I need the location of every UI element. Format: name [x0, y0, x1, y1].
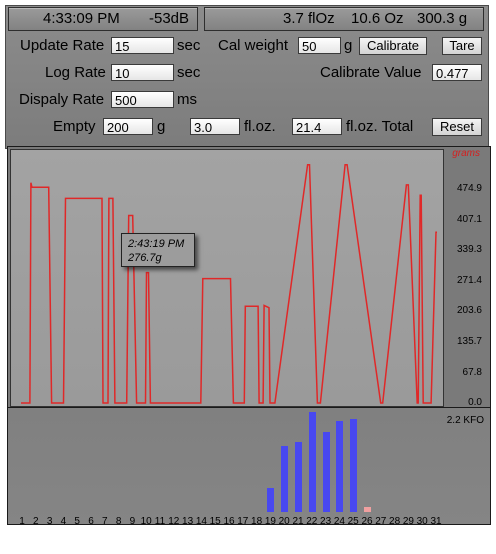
x-tick-label: 13: [182, 516, 194, 527]
y-tick-label: 203.6: [456, 305, 482, 317]
tooltip-value: 276.7g: [128, 252, 162, 264]
kfo-bar: [336, 421, 344, 512]
x-tick-label: 15: [209, 516, 221, 527]
x-tick-label: 21: [292, 516, 304, 527]
app-window: 4:33:09 PM -53dB 3.7 flOz 10.6 Oz 300.3 …: [0, 0, 496, 554]
weight-line-svg: [21, 163, 437, 404]
update-rate-unit: sec: [177, 37, 201, 54]
y-tick-label: 474.9: [456, 183, 482, 195]
x-tick-label: 14: [195, 516, 207, 527]
log-rate-input[interactable]: 10: [111, 64, 174, 81]
x-tick-label: 17: [237, 516, 249, 527]
y-tick-label: 67.8: [462, 366, 482, 378]
y-tick-label: 271.4: [456, 274, 482, 286]
display-rate-label: Dispaly Rate: [19, 91, 105, 108]
calibrate-value-label: Calibrate Value: [320, 64, 422, 81]
total-floz-unit: fl.oz. Total: [346, 118, 414, 135]
x-tick-label: 2: [33, 516, 39, 527]
kfo-bar: [281, 446, 289, 512]
empty-weight-unit: g: [157, 118, 166, 135]
empty-weight-input[interactable]: 200: [103, 118, 153, 135]
weight-series-line: [21, 163, 437, 404]
x-tick-label: 31: [430, 516, 442, 527]
cal-weight-input[interactable]: 50: [298, 37, 341, 54]
x-tick-label: 23: [320, 516, 332, 527]
reading-oz: 10.6 Oz: [351, 10, 404, 27]
display-rate-unit: ms: [177, 91, 197, 108]
display-rate-input[interactable]: 500: [111, 91, 174, 108]
x-tick-label: 8: [115, 516, 122, 527]
x-tick-label: 30: [416, 516, 428, 527]
x-tick-label: 5: [74, 516, 80, 527]
cal-weight-unit: g: [344, 37, 353, 54]
y-tick-label: 407.1: [456, 213, 482, 225]
status-bar-right: 3.7 flOz 10.6 Oz 300.3 g: [204, 7, 484, 31]
x-tick-label: 9: [129, 516, 136, 527]
x-tick-label: 7: [102, 516, 108, 527]
tare-button[interactable]: Tare: [442, 37, 482, 55]
calibrate-value-field[interactable]: 0.477: [432, 64, 482, 81]
chart-tooltip: 2:43:19 PM 276.7g: [121, 233, 195, 267]
log-rate-label: Log Rate: [45, 64, 106, 81]
x-tick-label: 11: [154, 516, 166, 527]
weight-line-chart[interactable]: grams 474.9 407.1 339.3 271.4 203.6 135.7 67.8…: [7, 146, 491, 408]
x-tick-label: 12: [168, 516, 180, 527]
bar-scale-label: 2.2 KFO: [446, 415, 484, 426]
reset-button[interactable]: Reset: [432, 118, 482, 136]
kfo-bar: [308, 412, 316, 512]
reading-floz: 3.7 flOz: [283, 10, 335, 27]
x-tick-label: 29: [402, 516, 414, 527]
x-tick-label: 16: [223, 516, 235, 527]
floz-unit: fl.oz.: [244, 118, 276, 135]
x-tick-label: 6: [88, 516, 94, 527]
signal-strength: -53dB: [149, 10, 190, 27]
status-bar-left: 4:33:09 PM -53dB: [8, 7, 198, 31]
kfo-bar: [267, 488, 275, 512]
kfo-bar: [364, 506, 371, 512]
y-tick-label: 135.7: [456, 335, 482, 347]
reading-grams: 300.3 g: [417, 10, 468, 27]
x-tick-label: 20: [278, 516, 290, 527]
calibrate-button[interactable]: Calibrate: [359, 37, 427, 55]
clock-time: 4:33:09 PM: [43, 10, 120, 27]
empty-label: Empty: [53, 118, 96, 135]
kfo-bar: [295, 441, 302, 512]
kfo-bar-chart[interactable]: 2.2 KFO 1 2 3 4 5 6 7 8 9 10 11 12 13 14 15 16 17 18 19 20 2…: [7, 407, 491, 527]
x-tick-label: 3: [46, 516, 53, 527]
y-tick-label: 339.3: [456, 244, 482, 256]
x-tick-label: 27: [375, 516, 387, 527]
kfo-bar: [322, 432, 330, 512]
x-tick-label: 22: [306, 516, 318, 527]
total-floz-input[interactable]: 21.4: [292, 118, 342, 135]
floz-input[interactable]: 3.0: [190, 118, 240, 135]
x-tick-label: 24: [333, 516, 345, 527]
x-tick-label: 19: [264, 516, 276, 527]
kfo-bar: [350, 418, 358, 512]
update-rate-input[interactable]: 15: [111, 37, 174, 54]
x-tick-label: 10: [140, 516, 152, 527]
cal-weight-label: Cal weight: [218, 37, 289, 54]
x-tick-label: 28: [389, 516, 401, 527]
x-tick-label: 25: [347, 516, 359, 527]
y-axis-title: grams: [452, 148, 480, 159]
x-tick-label: 4: [60, 516, 67, 527]
log-rate-unit: sec: [177, 64, 201, 81]
x-tick-label: 18: [251, 516, 263, 527]
update-rate-label: Update Rate: [20, 37, 105, 54]
x-tick-label: 1: [19, 516, 25, 527]
tooltip-time: 2:43:19 PM: [128, 238, 185, 250]
x-tick-label: 26: [361, 516, 373, 527]
